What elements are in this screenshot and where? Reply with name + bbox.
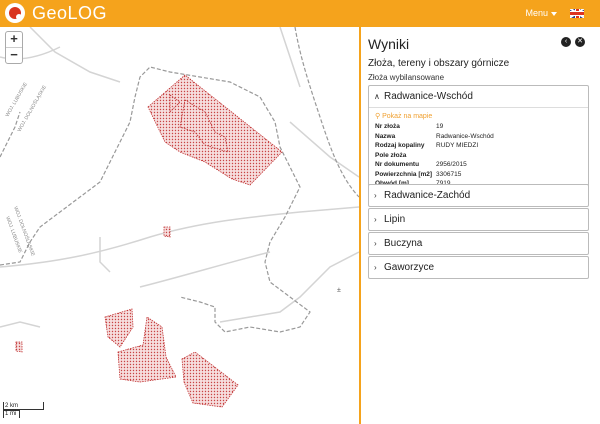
chevron-right-icon: › xyxy=(374,263,377,272)
deposit-header[interactable]: › Radwanice-Zachód xyxy=(369,185,588,206)
deposit-item-radwanice-zachod[interactable]: › Radwanice-Zachód xyxy=(368,184,589,207)
deposit-polygon-2 xyxy=(104,308,134,348)
map-view[interactable]: WOJ. LUBUSKIE WOJ. DOLNOŚLĄSKIE WOJ. LUB… xyxy=(0,27,359,424)
deposit-polygon-4 xyxy=(181,351,239,408)
scale-km-label: 2 km xyxy=(3,402,44,410)
svg-text:±: ± xyxy=(337,287,341,294)
deposit-header[interactable]: › Buczyna xyxy=(369,233,588,254)
panel-title: Wyniki xyxy=(368,36,410,52)
caret-down-icon xyxy=(551,11,557,16)
deposit-name: Gaworzyce xyxy=(384,262,435,273)
section-label: Złoża wybilansowane xyxy=(368,73,445,82)
detail-row: Nr złoża 19 xyxy=(375,123,444,130)
menu-dropdown[interactable]: Menu xyxy=(525,8,557,18)
detail-row: Nazwa Radwanice-Wschód xyxy=(375,132,494,140)
deposit-polygon-5 xyxy=(163,226,171,238)
chevron-right-icon: › xyxy=(374,215,377,224)
detail-row: Pole złoża xyxy=(375,151,407,159)
detail-row: Powierzchnia [m2] 3306715 xyxy=(375,170,462,178)
detail-row: Nr dokumentu 2956/2015 xyxy=(375,161,467,168)
app-title: GeoLOG xyxy=(32,3,108,23)
deposit-item-gaworzyce[interactable]: › Gaworzyce xyxy=(368,256,589,279)
close-icon[interactable]: ✕ xyxy=(575,37,585,47)
show-on-map-link[interactable]: ⚲ Pokaż na mapie xyxy=(375,112,582,120)
scale-bar: 2 km 1 mi xyxy=(3,402,44,418)
chevron-right-icon: › xyxy=(374,191,377,200)
deposit-header[interactable]: ∧ Radwanice-Wschód xyxy=(369,86,588,107)
top-bar: GeoLOG Menu xyxy=(0,0,600,28)
map-canvas[interactable]: WOJ. LUBUSKIE WOJ. DOLNOŚLĄSKIE WOJ. LUB… xyxy=(0,27,359,424)
deposit-item-lipin[interactable]: › Lipin xyxy=(368,208,589,231)
deposit-polygon-6 xyxy=(15,341,23,353)
deposit-name: Radwanice-Wschód xyxy=(384,91,473,102)
deposit-header[interactable]: › Gaworzyce xyxy=(369,257,588,278)
deposit-name: Lipin xyxy=(384,214,406,225)
chevron-right-icon: › xyxy=(374,239,377,248)
back-icon[interactable]: ‹ xyxy=(561,37,571,47)
results-panel: Wyniki ‹ ✕ Złoża, tereny i obszary górni… xyxy=(359,27,600,424)
geolog-logo-icon xyxy=(5,3,25,23)
zoom-control: + − xyxy=(5,31,23,64)
deposit-name: Radwanice-Zachód xyxy=(384,190,471,201)
scale-mi-label: 1 mi xyxy=(3,410,20,418)
deposit-radwanice-wschod-polygon xyxy=(147,74,283,186)
uk-flag-icon[interactable] xyxy=(570,9,584,18)
menu-label[interactable]: Menu xyxy=(525,8,548,18)
deposit-details: ⚲ Pokaż na mapie Nr złoża 19 Nazwa Radwani… xyxy=(369,107,588,192)
panel-subtitle: Złoża, tereny i obszary górnicze xyxy=(368,58,510,69)
zoom-in-button[interactable]: + xyxy=(6,32,22,47)
chevron-up-icon: ∧ xyxy=(374,92,380,101)
deposit-item-radwanice-wschod: ∧ Radwanice-Wschód ⚲ Pokaż na mapie Nr zł… xyxy=(368,85,589,193)
detail-row: Rodzaj kopaliny RUDY MIEDZI xyxy=(375,142,479,149)
zoom-out-button[interactable]: − xyxy=(6,47,22,63)
deposit-name: Buczyna xyxy=(384,238,423,249)
deposit-item-buczyna[interactable]: › Buczyna xyxy=(368,232,589,255)
deposit-header[interactable]: › Lipin xyxy=(369,209,588,230)
